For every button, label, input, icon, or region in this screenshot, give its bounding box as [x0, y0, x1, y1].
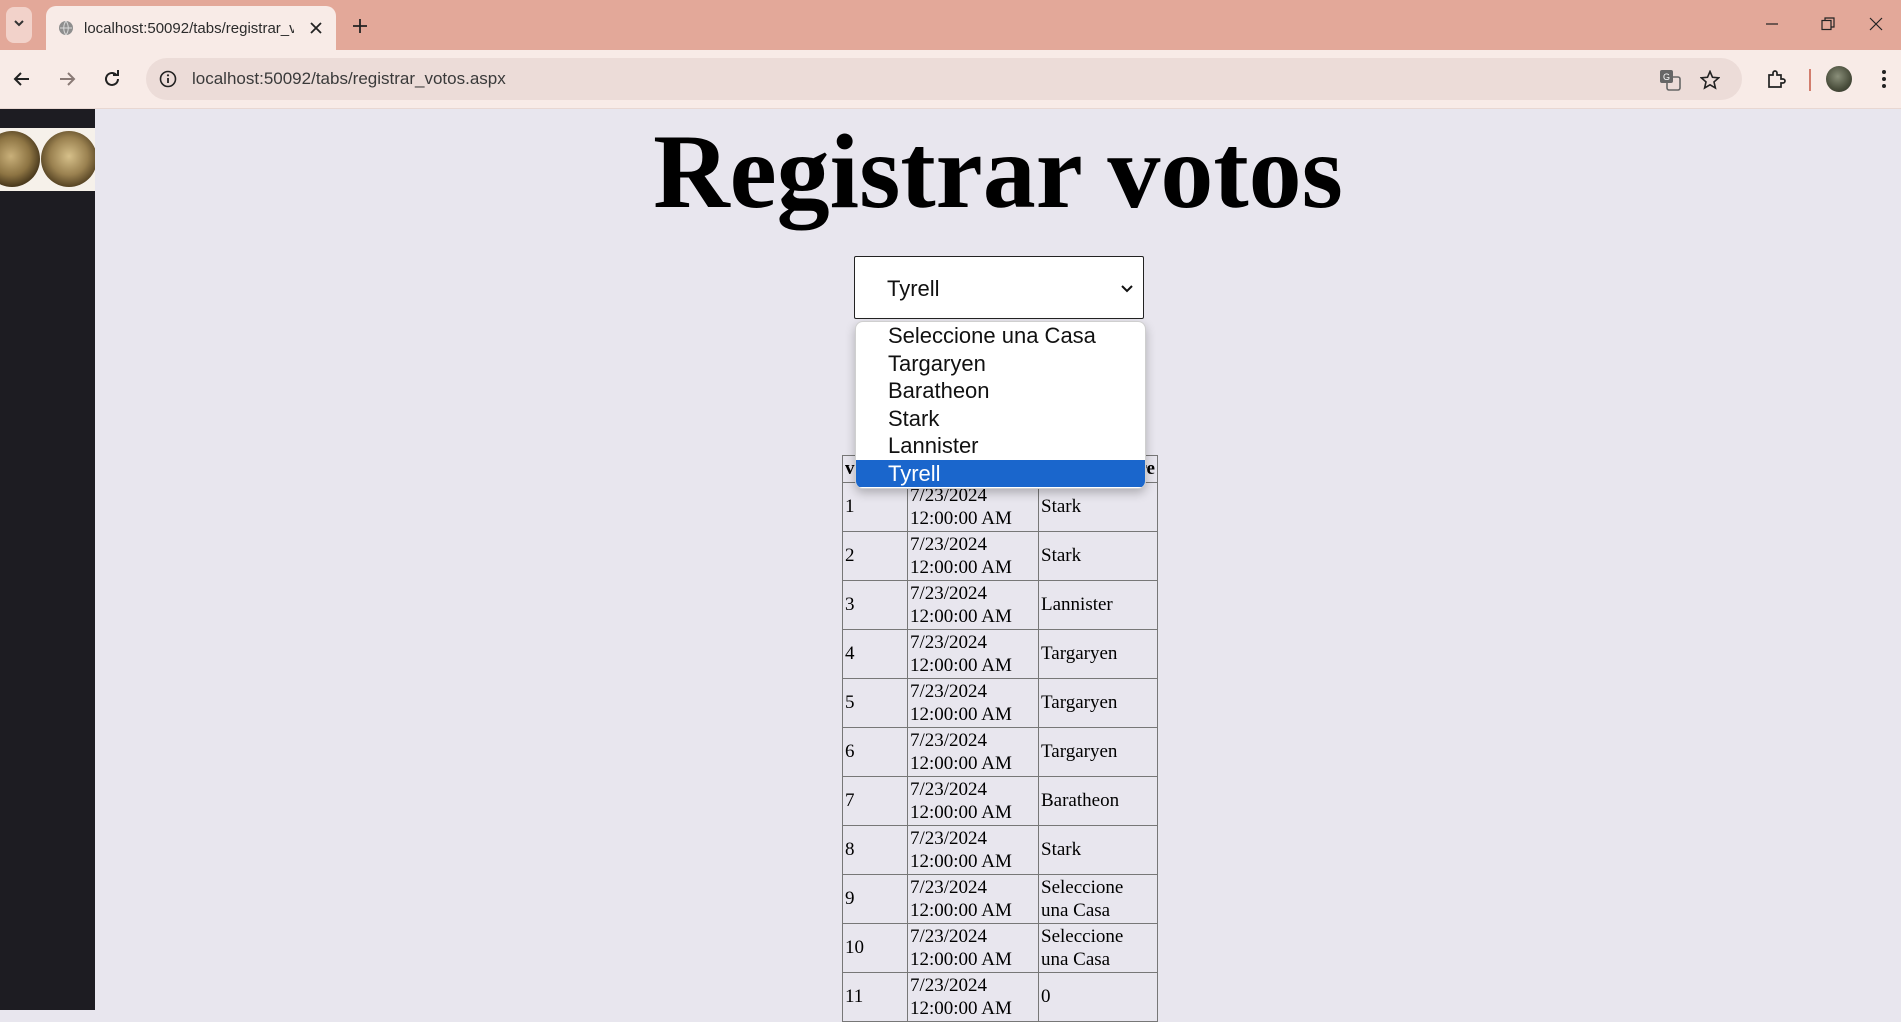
- chevron-down-icon: [1119, 281, 1135, 297]
- cell-id: 2: [842, 531, 908, 581]
- cell-house: 0: [1038, 972, 1158, 1022]
- active-tab[interactable]: localhost:50092/tabs/registrar_votos.asp…: [46, 6, 336, 50]
- toolbar-separator: [1809, 69, 1811, 91]
- tab-strip: localhost:50092/tabs/registrar_votos.asp…: [0, 0, 1901, 50]
- reload-icon: [105, 70, 119, 86]
- coin-image: [0, 131, 40, 187]
- option-lannister[interactable]: Lannister: [856, 432, 1145, 460]
- coins-banner-image: [0, 128, 95, 191]
- forward-button[interactable]: [51, 63, 83, 95]
- globe-icon: [58, 20, 74, 36]
- tab-search-icon: [12, 16, 26, 35]
- bookmark-star-button[interactable]: [1696, 66, 1724, 94]
- tab-close-button[interactable]: [306, 18, 326, 38]
- plus-icon: [353, 19, 367, 33]
- cell-house: Seleccione una Casa: [1038, 923, 1158, 973]
- cell-id: 6: [842, 727, 908, 777]
- browser-toolbar: localhost:50092/tabs/registrar_votos.asp…: [0, 50, 1901, 109]
- table-row: 10 7/23/2024 12:00:00 AM Seleccione una C…: [842, 923, 1158, 973]
- table-row: 11 7/23/2024 12:00:00 AM 0: [842, 972, 1158, 1022]
- page-title: Registrar votos: [653, 113, 1343, 230]
- minimize-button[interactable]: [1747, 8, 1797, 40]
- cell-id: 1: [842, 482, 908, 532]
- cell-house: Stark: [1038, 531, 1158, 581]
- house-select-value: Tyrell: [887, 276, 940, 301]
- cell-house: Stark: [1038, 825, 1158, 875]
- cell-id: 8: [842, 825, 908, 875]
- cell-date: 7/23/2024 12:00:00 AM: [907, 825, 1039, 875]
- house-select-dropdown: Seleccione una Casa Targaryen Baratheon …: [855, 321, 1146, 489]
- option-tyrell[interactable]: Tyrell: [856, 459, 1145, 487]
- profile-avatar[interactable]: [1826, 66, 1852, 92]
- cell-date: 7/23/2024 12:00:00 AM: [907, 580, 1039, 630]
- table-row: 4 7/23/2024 12:00:00 AM Targaryen: [842, 629, 1158, 679]
- option-targaryen[interactable]: Targaryen: [856, 350, 1145, 378]
- cell-date: 7/23/2024 12:00:00 AM: [907, 678, 1039, 728]
- cell-house: Stark: [1038, 482, 1158, 532]
- forward-arrow-icon: [60, 72, 76, 86]
- cell-id: 11: [842, 972, 908, 1022]
- back-button[interactable]: [6, 63, 38, 95]
- cell-id: 5: [842, 678, 908, 728]
- svg-text:G: G: [1663, 72, 1670, 82]
- extensions-icon: [1768, 70, 1786, 88]
- option-stark[interactable]: Stark: [856, 405, 1145, 433]
- translate-icon: G: [1660, 70, 1681, 91]
- table-row: 7 7/23/2024 12:00:00 AM Baratheon: [842, 776, 1158, 826]
- cell-house: Targaryen: [1038, 727, 1158, 777]
- cell-date: 7/23/2024 12:00:00 AM: [907, 727, 1039, 777]
- cell-id: 3: [842, 580, 908, 630]
- restore-button[interactable]: [1803, 8, 1853, 40]
- table-row: 9 7/23/2024 12:00:00 AM Seleccione una Ca…: [842, 874, 1158, 924]
- cell-house: Lannister: [1038, 580, 1158, 630]
- extensions-button[interactable]: [1760, 63, 1792, 95]
- cell-date: 7/23/2024 12:00:00 AM: [907, 629, 1039, 679]
- window-close-icon: [1869, 17, 1883, 31]
- browser-menu-button[interactable]: [1872, 63, 1896, 95]
- address-bar[interactable]: localhost:50092/tabs/registrar_votos.asp…: [146, 58, 1742, 100]
- reload-button[interactable]: [96, 63, 128, 95]
- cell-id: 9: [842, 874, 908, 924]
- cell-date: 7/23/2024 12:00:00 AM: [907, 482, 1039, 532]
- restore-icon: [1821, 17, 1835, 31]
- tab-search-button[interactable]: [6, 7, 32, 43]
- cell-house: Targaryen: [1038, 629, 1158, 679]
- window-close-button[interactable]: [1851, 8, 1901, 40]
- back-arrow-icon: [13, 72, 29, 86]
- house-select[interactable]: Tyrell: [854, 256, 1144, 319]
- cell-date: 7/23/2024 12:00:00 AM: [907, 972, 1039, 1022]
- cell-id: 7: [842, 776, 908, 826]
- tab-title: localhost:50092/tabs/registrar_votos.asp…: [84, 20, 294, 37]
- coin-image: [41, 131, 95, 187]
- table-row: 2 7/23/2024 12:00:00 AM Stark: [842, 531, 1158, 581]
- table-row: 6 7/23/2024 12:00:00 AM Targaryen: [842, 727, 1158, 777]
- table-row: 8 7/23/2024 12:00:00 AM Stark: [842, 825, 1158, 875]
- site-info-button[interactable]: [154, 65, 182, 93]
- translate-button[interactable]: G: [1656, 66, 1684, 94]
- cell-date: 7/23/2024 12:00:00 AM: [907, 531, 1039, 581]
- cell-date: 7/23/2024 12:00:00 AM: [907, 874, 1039, 924]
- cell-id: 4: [842, 629, 908, 679]
- minimize-icon: [1766, 23, 1778, 25]
- table-row: 1 7/23/2024 12:00:00 AM Stark: [842, 482, 1158, 532]
- cell-house: Baratheon: [1038, 776, 1158, 826]
- votes-table: v re 1 7/23/2024 12:00:00 AM Stark 2 7/23…: [842, 455, 1158, 1022]
- cell-house: Targaryen: [1038, 678, 1158, 728]
- kebab-menu-icon: [1882, 70, 1886, 88]
- sidebar: [0, 109, 95, 1010]
- new-tab-button[interactable]: [346, 12, 374, 40]
- info-icon: [159, 70, 177, 88]
- cell-date: 7/23/2024 12:00:00 AM: [907, 776, 1039, 826]
- option-baratheon[interactable]: Baratheon: [856, 377, 1145, 405]
- star-icon: [1700, 70, 1720, 90]
- cell-house: Seleccione una Casa: [1038, 874, 1158, 924]
- option-seleccione[interactable]: Seleccione una Casa: [856, 322, 1145, 350]
- cell-date: 7/23/2024 12:00:00 AM: [907, 923, 1039, 973]
- cell-id: 10: [842, 923, 908, 973]
- table-row: 5 7/23/2024 12:00:00 AM Targaryen: [842, 678, 1158, 728]
- url-text[interactable]: localhost:50092/tabs/registrar_votos.asp…: [192, 69, 506, 89]
- table-row: 3 7/23/2024 12:00:00 AM Lannister: [842, 580, 1158, 630]
- close-icon: [310, 22, 322, 34]
